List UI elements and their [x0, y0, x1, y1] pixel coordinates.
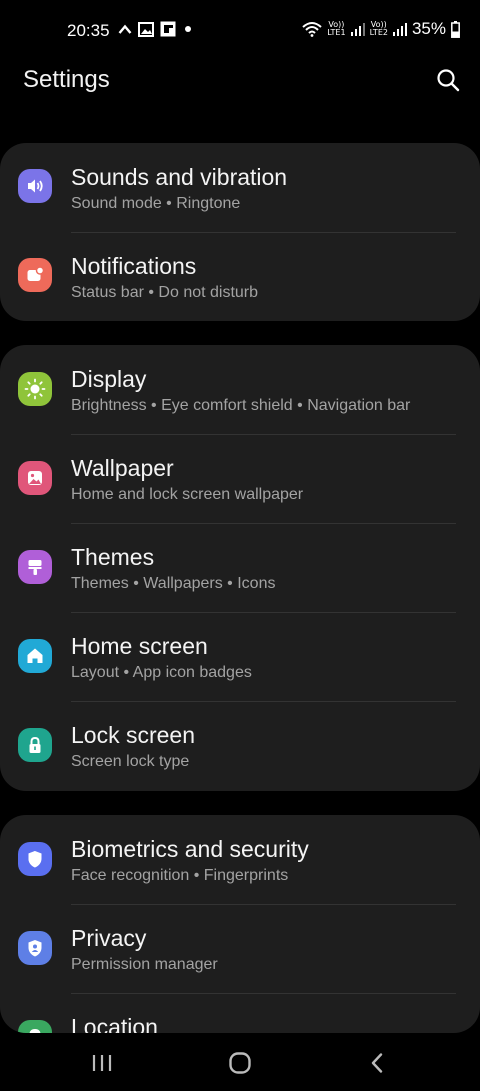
item-subtitle: Sound mode • Ringtone — [71, 195, 241, 212]
lock-screen-item[interactable]: Lock screen Screen lock type — [0, 701, 480, 790]
location-icon — [18, 1020, 52, 1033]
image-icon — [138, 21, 154, 37]
shield-icon — [18, 842, 52, 876]
image-icon — [18, 461, 52, 495]
item-subtitle: Face recognition • Fingerprints — [71, 867, 289, 884]
recents-button[interactable] — [82, 1045, 122, 1081]
settings-group-display: Display Brightness • Eye comfort shield … — [0, 345, 480, 791]
home-button-icon — [229, 1052, 251, 1074]
back-icon — [371, 1053, 383, 1073]
item-title: Biometrics and security — [71, 836, 309, 862]
volume-icon — [18, 169, 52, 203]
settings-group-sound: Sounds and vibration Sound mode • Ringto… — [0, 143, 480, 321]
privacy-item[interactable]: Privacy Permission manager — [0, 904, 480, 993]
search-button[interactable] — [434, 66, 462, 94]
system-icons: Vo)) LTE1 Vo)) LTE2 35% — [302, 19, 460, 39]
sun-icon — [18, 372, 52, 406]
wifi-icon — [302, 22, 322, 37]
item-title: Privacy — [71, 925, 147, 951]
home-screen-item[interactable]: Home screen Layout • App icon badges — [0, 612, 480, 701]
sounds-and-vibration-item[interactable]: Sounds and vibration Sound mode • Ringto… — [0, 143, 480, 232]
status-time: 20:35 — [67, 21, 110, 40]
item-title: Sounds and vibration — [71, 164, 288, 190]
lte2-indicator: Vo)) LTE2 — [369, 20, 388, 37]
app-header: Settings — [0, 60, 480, 120]
recents-icon — [92, 1055, 112, 1071]
home-button[interactable] — [220, 1045, 260, 1081]
item-subtitle: Themes • Wallpapers • Icons — [71, 575, 276, 592]
notification-icon — [18, 258, 52, 292]
item-title: Display — [71, 366, 147, 392]
item-title: Themes — [71, 544, 155, 570]
location-item[interactable]: Location — [0, 993, 480, 1033]
notifications-item[interactable]: Notifications Status bar • Do not distur… — [0, 232, 480, 321]
brush-icon — [18, 550, 52, 584]
biometrics-and-security-item[interactable]: Biometrics and security Face recognition… — [0, 815, 480, 904]
lock-icon — [18, 728, 52, 762]
notification-icons — [118, 21, 194, 37]
themes-item[interactable]: Themes Themes • Wallpapers • Icons — [0, 523, 480, 612]
lte1-indicator: Vo)) LTE1 — [327, 20, 346, 37]
item-subtitle: Permission manager — [71, 956, 218, 973]
item-title: Wallpaper — [71, 455, 174, 481]
privacy-shield-icon — [18, 931, 52, 965]
signal-icon — [392, 23, 407, 36]
page-title: Settings — [23, 66, 110, 93]
item-subtitle: Layout • App icon badges — [71, 664, 252, 681]
navigation-bar — [0, 1035, 480, 1091]
settings-group-security: Biometrics and security Face recognition… — [0, 815, 480, 1033]
item-subtitle: Status bar • Do not disturb — [71, 284, 259, 301]
back-button[interactable] — [357, 1045, 397, 1081]
item-subtitle: Home and lock screen wallpaper — [71, 486, 304, 503]
item-title: Home screen — [71, 633, 208, 659]
battery-icon — [451, 20, 460, 38]
flipboard-icon — [160, 21, 176, 37]
battery-percent: 35% — [411, 19, 446, 38]
display-item[interactable]: Display Brightness • Eye comfort shield … — [0, 345, 480, 434]
search-icon — [437, 69, 460, 92]
item-title: Notifications — [71, 253, 197, 279]
item-subtitle: Brightness • Eye comfort shield • Naviga… — [71, 397, 411, 414]
item-title: Location — [71, 1014, 158, 1033]
signal-icon — [350, 23, 365, 36]
chevron-up-icon — [118, 24, 132, 34]
dot-icon — [185, 26, 191, 32]
status-bar: 20:35 Vo)) LTE1 Vo)) LTE2 35% — [0, 0, 480, 60]
item-subtitle: Screen lock type — [71, 753, 190, 770]
item-title: Lock screen — [71, 722, 196, 748]
wallpaper-item[interactable]: Wallpaper Home and lock screen wallpaper — [0, 434, 480, 523]
home-icon — [18, 639, 52, 673]
